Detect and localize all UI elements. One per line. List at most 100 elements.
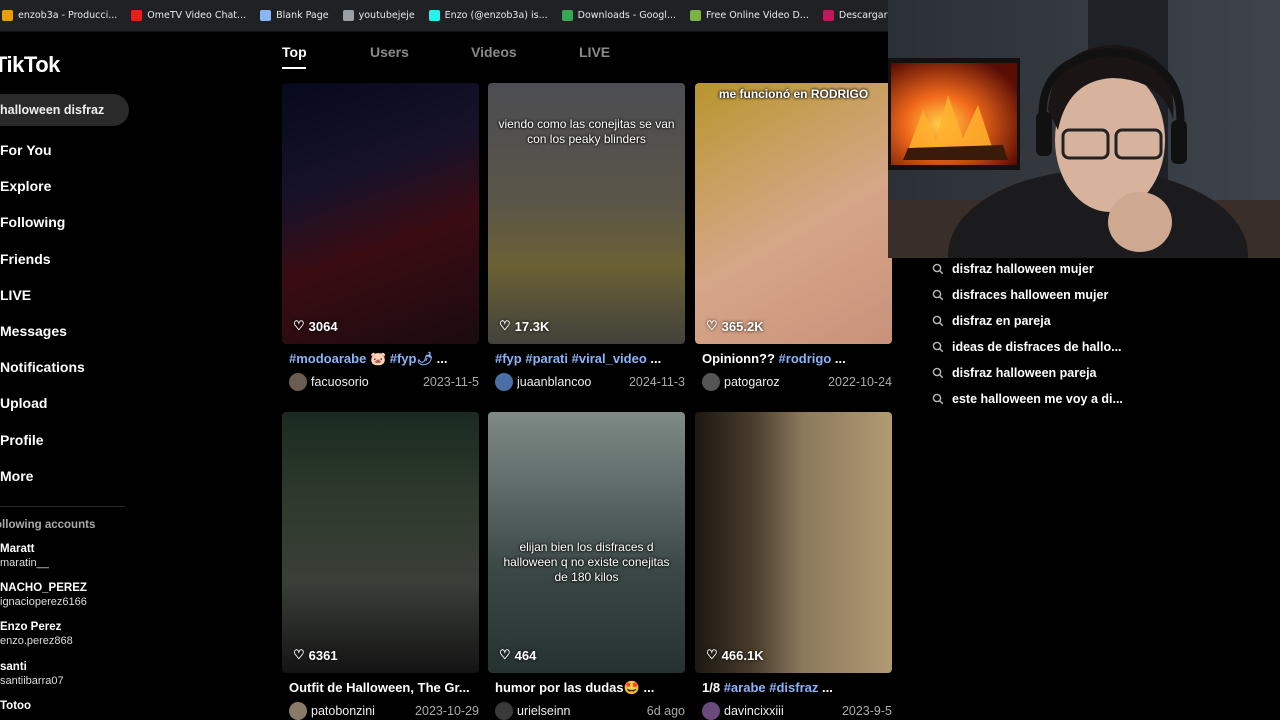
search-suggestion[interactable]: disfraz halloween mujer — [932, 256, 1123, 282]
author-name[interactable]: juaanblancoo — [517, 375, 612, 389]
suggestion-label: disfraz halloween mujer — [952, 262, 1094, 276]
bookmark-label: youtubejeje — [358, 10, 415, 21]
like-count: ♡ 466.1K — [706, 647, 764, 663]
suggestion-label: disfraz halloween pareja — [952, 366, 1097, 380]
video-overlay-text: elijan bien los disfraces d halloween q … — [503, 540, 670, 584]
video-caption[interactable]: #modoarabe 🐷 #fyp🌶 ... — [289, 351, 479, 368]
following-account[interactable]: santi santiibarra07 — [0, 660, 87, 699]
search-suggestion[interactable]: ideas de disfraces de hallo... — [932, 334, 1123, 360]
heart-icon: ♡ — [499, 647, 511, 662]
video-card[interactable]: ♡ 6361 Outfit de Halloween, The Gr... patob… — [282, 412, 479, 720]
post-date: 2023-9-5 — [841, 704, 892, 718]
webcam-overlay — [888, 0, 1280, 258]
nav-notifications[interactable]: Notifications — [0, 357, 85, 393]
nav-profile[interactable]: Profile — [0, 430, 85, 466]
search-icon — [932, 367, 944, 379]
video-caption[interactable]: Outfit de Halloween, The Gr... — [289, 680, 479, 697]
video-card[interactable]: me funcionó en RODRIGO ♡ 365.2K Opinionn?? … — [695, 83, 892, 391]
post-date: 2023-11-5 — [422, 375, 479, 389]
bookmark-item[interactable]: youtubejeje — [342, 10, 415, 21]
following-account[interactable]: Enzo Perez enzo.perez868 — [0, 620, 87, 659]
video-meta: urielseinn 6d ago — [495, 702, 685, 720]
like-count-value: 3064 — [308, 318, 338, 334]
author-name[interactable]: patobonzini — [311, 704, 406, 718]
bookmark-item[interactable]: Blank Page — [260, 10, 329, 21]
bookmark-item[interactable]: enzob3a - Producci... — [2, 10, 117, 21]
avatar[interactable] — [702, 373, 720, 391]
video-thumbnail[interactable]: me funcionó en RODRIGO ♡ 365.2K — [695, 83, 892, 344]
video-caption[interactable]: 1/8 #arabe #disfraz ... — [702, 680, 892, 697]
like-count: ♡ 3064 — [293, 318, 338, 334]
bookmark-label: Enzo (@enzob3a) is... — [444, 10, 548, 21]
nav-for-you[interactable]: For You — [0, 140, 85, 176]
post-date: 2022-10-24 — [828, 375, 892, 389]
avatar[interactable] — [702, 702, 720, 720]
video-caption[interactable]: #fyp #parati #viral_video ... — [495, 351, 685, 368]
nav-explore[interactable]: Explore — [0, 176, 85, 212]
video-caption[interactable]: humor por las dudas🤩 ... — [495, 680, 685, 697]
active-tab-indicator — [282, 67, 306, 69]
avatar[interactable] — [495, 702, 513, 720]
bookmark-item[interactable]: Downloads - Googl... — [561, 10, 677, 21]
avatar[interactable] — [495, 373, 513, 391]
tiktok-logo[interactable]: TikTok — [0, 52, 60, 78]
video-thumbnail[interactable]: ♡ 6361 — [282, 412, 479, 673]
video-card[interactable]: viendo como las conejitas se van con los… — [488, 83, 685, 391]
author-name[interactable]: patogaroz — [724, 375, 819, 389]
search-input[interactable]: halloween disfraz — [0, 94, 129, 126]
nav-upload[interactable]: Upload — [0, 393, 85, 429]
video-thumbnail[interactable]: ♡ 3064 — [282, 83, 479, 344]
tab-top[interactable]: Top — [282, 44, 307, 60]
video-thumbnail[interactable]: elijan bien los disfraces d halloween q … — [488, 412, 685, 673]
account-handle: maratin__ — [0, 557, 49, 569]
tab-live[interactable]: LIVE — [579, 44, 610, 60]
bookmark-item[interactable]: Enzo (@enzob3a) is... — [428, 10, 548, 21]
app-icon — [822, 10, 834, 21]
suggestion-label: disfraces halloween mujer — [952, 288, 1109, 302]
search-icon — [932, 341, 944, 353]
search-suggestion[interactable]: disfraz halloween pareja — [932, 360, 1123, 386]
video-card[interactable]: ♡ 466.1K 1/8 #arabe #disfraz ... davincixxi… — [695, 412, 892, 720]
globe-icon — [342, 10, 354, 21]
search-suggestion[interactable]: disfraces halloween mujer — [932, 282, 1123, 308]
search-suggestion[interactable]: disfraz en pareja — [932, 308, 1123, 334]
nav-following[interactable]: Following — [0, 212, 85, 248]
video-thumbnail[interactable]: viendo como las conejitas se van con los… — [488, 83, 685, 344]
author-name[interactable]: urielseinn — [517, 704, 612, 718]
suggestion-label: disfraz en pareja — [952, 314, 1051, 328]
bookmark-item[interactable]: Free Online Video D... — [690, 10, 809, 21]
suggestion-label: este halloween me voy a di... — [952, 392, 1123, 406]
following-account[interactable]: Maratt maratin__ — [0, 542, 87, 581]
video-thumbnail[interactable]: ♡ 466.1K — [695, 412, 892, 673]
video-card[interactable]: elijan bien los disfraces d halloween q … — [488, 412, 685, 720]
download-icon — [690, 10, 702, 21]
search-suggestion[interactable]: este halloween me voy a di... — [932, 386, 1123, 412]
following-account[interactable]: NACHO_PEREZ ignacioperez6166 — [0, 581, 87, 620]
page-icon — [260, 10, 272, 21]
nav-more[interactable]: More — [0, 466, 85, 502]
video-card[interactable]: ♡ 3064 #modoarabe 🐷 #fyp🌶 ... facuosorio 202… — [282, 83, 479, 391]
account-name: NACHO_PEREZ — [0, 582, 87, 595]
avatar[interactable] — [289, 702, 307, 720]
following-accounts-list: Maratt maratin__ NACHO_PEREZ ignacioperez61… — [0, 542, 87, 720]
author-name[interactable]: facuosorio — [311, 375, 406, 389]
video-meta: juaanblancoo 2024-11-3 — [495, 373, 685, 391]
bookmark-label: OmeTV Video Chat... — [147, 10, 247, 21]
bookmark-item[interactable]: OmeTV Video Chat... — [131, 10, 246, 21]
nav-messages[interactable]: Messages — [0, 321, 85, 357]
tab-users[interactable]: Users — [370, 44, 409, 60]
video-meta: davincixxiii 2023-9-5 — [702, 702, 892, 720]
following-accounts-title: Following accounts — [0, 519, 96, 531]
tab-videos[interactable]: Videos — [471, 44, 517, 60]
heart-icon: ♡ — [293, 318, 305, 333]
nav-friends[interactable]: Friends — [0, 249, 85, 285]
drive-icon — [561, 10, 573, 21]
search-icon — [932, 315, 944, 327]
sidebar-nav: For You Explore Following Friends LIVE Messag… — [0, 140, 85, 502]
avatar[interactable] — [289, 373, 307, 391]
author-name[interactable]: davincixxiii — [724, 704, 819, 718]
following-account[interactable]: Totoo — [0, 699, 87, 720]
bookmark-label: Downloads - Googl... — [577, 10, 677, 21]
nav-live[interactable]: LIVE — [0, 285, 85, 321]
video-caption[interactable]: Opinionn?? #rodrigo ... — [702, 351, 892, 368]
